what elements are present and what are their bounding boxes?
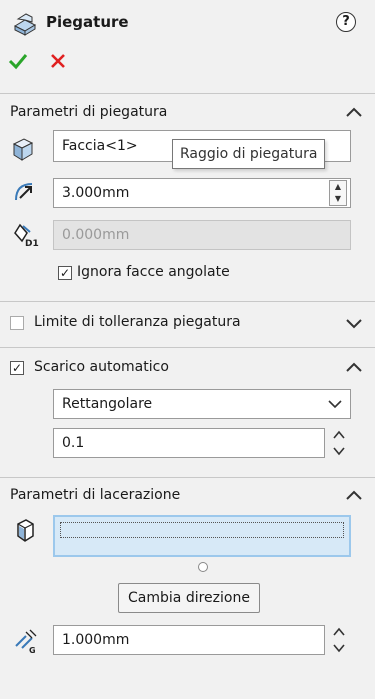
sheetmetal-feature-icon	[12, 10, 38, 40]
relief-ratio-spinner[interactable]	[331, 428, 347, 458]
spinner-up-icon[interactable]: ▲	[330, 181, 346, 193]
spinner-down-icon[interactable]: ▼	[330, 193, 346, 205]
collapse-chevron-up-icon[interactable]	[345, 489, 363, 505]
check-icon	[8, 54, 28, 70]
tooltip: Raggio di piegatura	[172, 139, 326, 169]
selection-focus-outline	[60, 522, 344, 538]
help-icon[interactable]: ?	[336, 12, 356, 32]
ignore-angled-faces-label: Ignora facce angolate	[77, 264, 230, 280]
svg-text:D1: D1	[25, 239, 39, 247]
spinner-down-icon[interactable]	[332, 643, 346, 653]
close-icon	[51, 54, 65, 68]
rip-params-title: Parametri di lacerazione	[10, 487, 181, 503]
collapse-chevron-up-icon[interactable]	[345, 106, 363, 122]
auto-relief-title: Scarico automatico	[34, 359, 169, 375]
face-selection-icon	[10, 136, 36, 162]
rip-edges-icon	[12, 518, 38, 544]
auto-relief-checkbox[interactable]: ✓	[10, 361, 24, 375]
bend-radius-input[interactable]: 3.000mm	[53, 178, 351, 208]
section-bend-params-title: Parametri di piegatura	[10, 104, 168, 120]
relief-type-value: Rettangolare	[62, 396, 153, 412]
confirm-button[interactable]	[8, 52, 28, 74]
divider	[0, 301, 375, 302]
svg-text:G: G	[29, 646, 36, 654]
rip-gap-spinner[interactable]	[331, 625, 347, 655]
collapse-chevron-up-icon[interactable]	[345, 361, 363, 377]
change-direction-button[interactable]: Cambia direzione	[118, 583, 260, 613]
relief-type-select[interactable]: Rettangolare	[53, 389, 351, 419]
tolerance-limit-checkbox[interactable]	[10, 316, 24, 330]
tolerance-limit-title: Limite di tolleranza piegatura	[34, 314, 241, 330]
expand-chevron-down-icon[interactable]	[345, 317, 363, 333]
divider	[0, 347, 375, 348]
divider	[0, 93, 375, 94]
rip-gap-icon: G	[12, 626, 38, 655]
divider	[0, 477, 375, 478]
resize-handle[interactable]	[198, 562, 208, 572]
ignore-angled-faces-checkbox[interactable]: ✓	[58, 266, 72, 280]
bend-deduction-icon: D1	[12, 221, 39, 249]
chevron-down-icon	[328, 400, 342, 409]
rip-gap-input[interactable]: 1.000mm	[53, 625, 325, 655]
spinner-up-icon[interactable]	[332, 627, 346, 637]
cancel-button[interactable]	[49, 52, 67, 74]
spinner-down-icon[interactable]	[332, 446, 346, 456]
spinner-up-icon[interactable]	[332, 430, 346, 440]
change-direction-label: Cambia direzione	[128, 590, 250, 606]
panel-title: Piegature	[46, 13, 129, 31]
bend-radius-spinner[interactable]: ▲ ▼	[329, 180, 347, 206]
bend-radius-icon	[12, 178, 38, 204]
rip-edges-selection-box[interactable]	[53, 515, 351, 557]
bend-deduction-input: 0.000mm	[53, 220, 351, 250]
relief-ratio-input[interactable]: 0.1	[53, 428, 325, 458]
